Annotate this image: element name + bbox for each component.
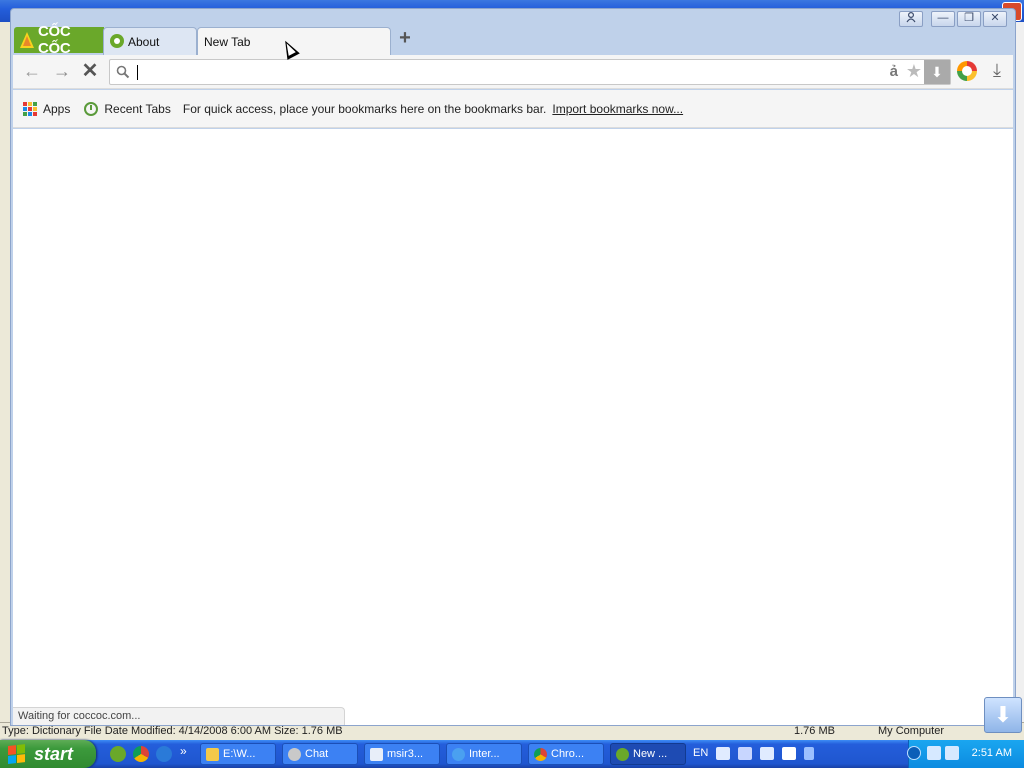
background-status-size: 1.76 MB: [794, 725, 835, 737]
import-bookmarks-link[interactable]: Import bookmarks now...: [552, 102, 683, 116]
history-icon: [84, 101, 99, 116]
task-label: Inter...: [469, 748, 500, 760]
bookmarks-hint-text: For quick access, place your bookmarks h…: [182, 101, 547, 116]
taskbar-item-coccoc[interactable]: New ...: [610, 743, 686, 765]
start-button[interactable]: start: [0, 740, 96, 768]
restore-button[interactable]: ❐: [957, 11, 981, 27]
search-icon: [116, 65, 130, 79]
monitor-icon[interactable]: [945, 746, 959, 760]
windows-logo-icon: [8, 744, 26, 764]
system-tray: 2:51 AM: [907, 740, 1024, 768]
savior-download-icon[interactable]: ⬇: [924, 60, 950, 84]
minimize-button[interactable]: —: [931, 11, 955, 27]
floating-download-icon[interactable]: ⬇: [984, 697, 1022, 733]
translate-icon[interactable]: ả: [890, 63, 898, 80]
tab-strip: CỐC CỐC About New Tab + — ❐ ✕: [11, 9, 1015, 57]
keyboard-icon[interactable]: [716, 747, 730, 760]
taskbar-item-document[interactable]: msir3...: [364, 743, 440, 765]
coccoc-browser-window: CỐC CỐC About New Tab + — ❐ ✕ ← → ✕ ả ★ …: [10, 8, 1016, 726]
coccoc-logo[interactable]: CỐC CỐC: [14, 23, 104, 57]
clock[interactable]: 2:51 AM: [972, 747, 1012, 759]
tab-about[interactable]: About: [103, 27, 197, 55]
coccoc-icon: [616, 748, 629, 761]
quicklaunch-coccoc-icon[interactable]: [110, 746, 126, 762]
back-arrow-icon[interactable]: ←: [21, 61, 43, 83]
chat-icon: [288, 748, 301, 761]
language-bar-arrow-icon[interactable]: [804, 747, 814, 760]
recent-tabs-shortcut[interactable]: Recent Tabs: [84, 101, 171, 116]
forward-arrow-icon[interactable]: →: [51, 61, 73, 83]
window-controls: — ❐ ✕: [899, 11, 1007, 27]
network-icon[interactable]: [927, 746, 941, 760]
address-input[interactable]: [136, 63, 836, 81]
quicklaunch-chrome-icon[interactable]: [133, 746, 149, 762]
apps-label: Apps: [43, 101, 71, 116]
logo-text: CỐC CỐC: [38, 23, 71, 57]
coccoc-leaf-icon: [20, 32, 34, 48]
task-label: New ...: [633, 748, 668, 760]
task-label: Chat: [305, 748, 329, 760]
language-indicator[interactable]: EN: [693, 747, 708, 759]
background-status-details: Type: Dictionary File Date Modified: 4/1…: [2, 725, 343, 737]
document-icon: [370, 748, 383, 761]
close-button[interactable]: ✕: [983, 11, 1007, 27]
coccoc-menu-icon[interactable]: [957, 61, 977, 81]
bookmark-star-icon[interactable]: ★: [906, 61, 922, 82]
browser-toolbar: ← → ✕ ả ★ ⬇ ⤓: [13, 55, 1013, 89]
download-icon[interactable]: ⤓: [987, 60, 1007, 82]
stop-loading-icon[interactable]: ✕: [79, 61, 101, 83]
status-bubble: Waiting for coccoc.com...: [13, 707, 345, 725]
apps-shortcut[interactable]: Apps: [23, 101, 71, 116]
quicklaunch-more-icon[interactable]: »: [180, 744, 187, 758]
ie-icon: [452, 748, 465, 761]
chrome-icon: [534, 748, 547, 761]
pen-icon[interactable]: [738, 747, 752, 760]
start-label: start: [34, 743, 74, 764]
options-icon[interactable]: [760, 747, 774, 760]
apps-grid-icon: [23, 101, 37, 116]
task-label: Chro...: [551, 748, 585, 760]
taskbar-item-internet-explorer[interactable]: Inter...: [446, 743, 522, 765]
background-status-location: My Computer: [878, 725, 945, 737]
taskbar: start » E:\W... Chat msir3... Inter... C…: [0, 740, 1024, 768]
tray-expand-icon[interactable]: [907, 746, 921, 760]
address-bar[interactable]: ả ★ ⬇: [109, 59, 951, 85]
folder-icon: [206, 748, 219, 761]
taskbar-item-explorer[interactable]: E:\W...: [200, 743, 276, 765]
quicklaunch-ie-icon[interactable]: [156, 746, 172, 762]
coccoc-favicon-icon: [110, 34, 124, 48]
recent-tabs-label: Recent Tabs: [104, 101, 171, 116]
help-icon[interactable]: [782, 747, 796, 760]
profile-icon[interactable]: [899, 11, 923, 27]
page-content: [13, 129, 1013, 725]
text-caret: [137, 65, 138, 80]
taskbar-item-chat[interactable]: Chat: [282, 743, 358, 765]
new-tab-plus-icon[interactable]: +: [397, 28, 413, 48]
tab-label: New Tab: [204, 34, 251, 49]
taskbar-item-chrome[interactable]: Chro...: [528, 743, 604, 765]
tab-label: About: [128, 34, 160, 49]
task-label: msir3...: [387, 748, 424, 760]
bookmarks-bar: Apps Recent Tabs For quick access, place…: [13, 90, 1013, 128]
task-label: E:\W...: [223, 748, 256, 760]
person-icon: [906, 11, 916, 23]
